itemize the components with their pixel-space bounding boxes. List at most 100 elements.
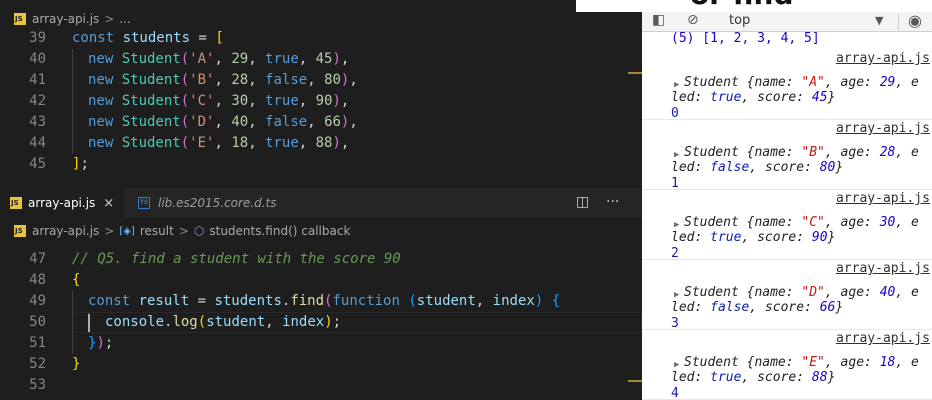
object-preview[interactable]: Student {name: "B", age: 28, e [684,145,919,160]
previous-log-output[interactable]: (5) [1, 2, 3, 4, 5] [671,31,820,46]
text-cursor [88,314,90,332]
context-selector[interactable]: top [729,13,750,28]
code-line[interactable]: 50 console.log(student, index); [0,312,642,333]
video-title-overlay: or find [576,0,932,12]
code-editor[interactable]: JS array-api.js > ... 39 const students =… [0,0,642,400]
source-link[interactable]: array-api.js [836,261,930,276]
console-log-entry[interactable]: array-api.js ▶ Student {name: "B", age: 28… [642,120,932,191]
dropdown-arrow-icon[interactable]: ▼ [875,14,883,27]
breadcrumb-symbol-result[interactable]: result [140,224,174,238]
breadcrumb-file[interactable]: array-api.js [32,224,99,238]
js-file-icon: JS [14,13,26,25]
object-preview-cont: led: false, score: 66} [671,300,844,315]
expand-triangle-icon[interactable]: ▶ [674,220,679,230]
code-text: new Student('C', 30, true, 90), [88,93,350,109]
tab-array-api[interactable]: JS array-api.js × [0,188,125,218]
line-number: 45 [29,156,46,172]
sidebar-toggle-icon[interactable]: ◧ [652,12,665,28]
code-text: const result = students.find(function (s… [88,293,561,309]
js-file-icon: JS [14,225,26,237]
clear-console-icon[interactable]: ⊘ [687,12,699,28]
code-text: new Student('E', 18, true, 88), [88,135,350,151]
code-line[interactable]: 45]; [0,154,642,175]
overlay-title-text: or find [690,0,794,11]
line-number: 50 [29,314,46,330]
line-number: 49 [29,293,46,309]
variable-icon: [◈] [119,225,135,237]
tab-label: lib.es2015.core.d.ts [158,196,277,210]
devtools-console[interactable]: ◧ ⊘ top ▼ ◉ (5) [1, 2, 3, 4, 5] array-ap… [642,0,932,400]
object-preview[interactable]: Student {name: "A", age: 29, e [684,75,919,90]
line-number: 41 [29,72,46,88]
object-preview[interactable]: Student {name: "E", age: 18, e [684,355,919,370]
toolbar-divider [898,14,899,30]
source-link[interactable]: array-api.js [836,331,930,346]
code-line[interactable]: 43 new Student('D', 40, false, 66), [0,112,642,133]
console-log-entry[interactable]: array-api.js ▶ Student {name: "E", age: 18… [642,330,932,400]
console-log-entry[interactable]: array-api.js ▶ Student {name: "C", age: 30… [642,190,932,261]
expand-triangle-icon[interactable]: ▶ [674,360,679,370]
tab-lib-es2015[interactable]: TS lib.es2015.core.d.ts [128,188,287,218]
breadcrumb-file[interactable]: array-api.js [32,12,99,26]
expand-triangle-icon[interactable]: ▶ [674,80,679,90]
line-number: 51 [29,335,46,351]
close-icon[interactable]: × [103,196,114,211]
code-text: { [72,272,81,288]
line-number: 39 [29,30,46,46]
code-line[interactable]: 51}); [0,333,642,354]
console-log-entry[interactable]: array-api.js ▶ Student {name: "A", age: 29… [642,50,932,121]
console-log-entry[interactable]: array-api.js ▶ Student {name: "D", age: 40… [642,260,932,331]
source-link[interactable]: array-api.js [836,191,930,206]
code-line[interactable]: 49 const result = students.find(function … [0,291,642,312]
object-preview[interactable]: Student {name: "D", age: 40, e [684,285,919,300]
object-preview-cont: led: false, score: 80} [671,160,844,175]
object-preview[interactable]: Student {name: "C", age: 30, e [684,215,919,230]
source-link[interactable]: array-api.js [836,51,930,66]
code-line[interactable]: 42 new Student('C', 30, true, 90), [0,91,642,112]
indent-guide [72,312,73,333]
ts-file-icon: TS [138,197,150,209]
indent-guide [72,49,73,70]
log-index-value: 3 [671,316,679,331]
chevron-right-icon: > [104,224,115,238]
code-text: console.log(student, index); [105,314,342,330]
line-number: 44 [29,135,46,151]
indent-guide [72,112,73,133]
object-preview-cont: led: true, score: 90} [671,230,836,245]
code-line[interactable]: 40 new Student('A', 29, true, 45), [0,49,642,70]
chevron-right-icon: > [178,224,189,238]
expand-triangle-icon[interactable]: ▶ [674,290,679,300]
breadcrumb-symbol-callback[interactable]: students.find() callback [209,224,350,238]
js-file-icon: JS [10,197,22,209]
object-preview-cont: led: true, score: 45} [671,90,836,105]
code-line[interactable]: 41 new Student('B', 28, false, 80), [0,70,642,91]
code-line[interactable]: 52} [0,354,642,375]
breadcrumb: JS array-api.js > [◈] result > ⬡ student… [0,220,642,242]
line-number: 48 [29,272,46,288]
more-actions-icon[interactable]: ··· [606,194,619,210]
code-line[interactable]: 39 const students = [ [0,28,642,49]
indent-guide [72,291,73,312]
code-line[interactable]: 48 { [0,270,642,291]
log-index-value: 4 [671,386,679,400]
log-index-value: 0 [671,106,679,121]
code-line[interactable]: 53 [0,375,642,396]
split-editor-icon[interactable]: ◫ [576,194,589,210]
code-line[interactable]: 47 // Q5. find a student with the score 9… [0,249,642,270]
eye-icon[interactable]: ◉ [908,11,922,30]
code-text: }); [88,335,114,351]
line-number: 43 [29,114,46,130]
code-text: } [72,356,81,372]
source-link[interactable]: array-api.js [836,121,930,136]
code-line[interactable]: 44 new Student('E', 18, true, 88), [0,133,642,154]
code-text: new Student('A', 29, true, 45), [88,51,350,67]
chevron-right-icon: > [104,12,115,26]
line-number: 53 [29,377,46,393]
expand-triangle-icon[interactable]: ▶ [674,150,679,160]
overview-ruler-mark [628,380,642,382]
indent-guide [72,333,73,354]
breadcrumb-rest[interactable]: ... [119,12,130,26]
object-preview-cont: led: true, score: 88} [671,370,836,385]
code-text: new Student('D', 40, false, 66), [88,114,358,130]
code-text: const students = [ [72,30,224,46]
